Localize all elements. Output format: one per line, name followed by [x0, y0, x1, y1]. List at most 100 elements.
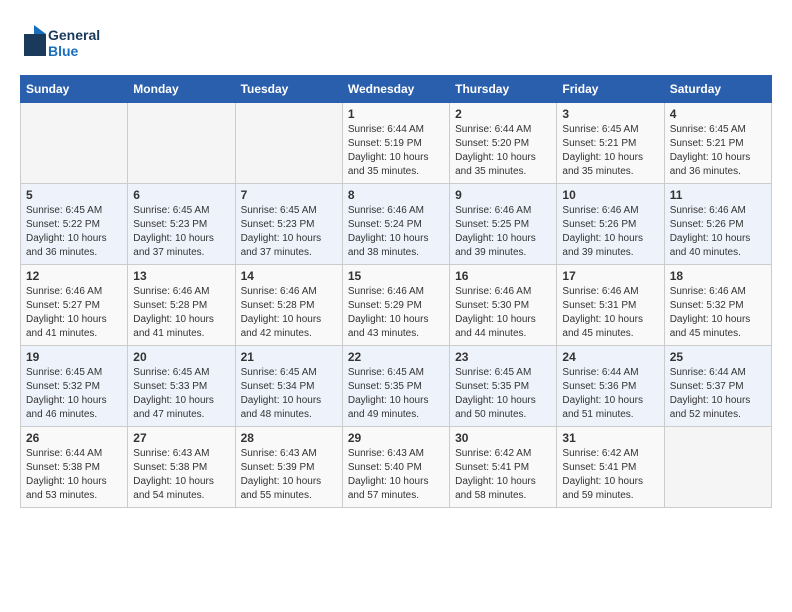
day-number: 12 [26, 269, 122, 283]
day-info: Sunrise: 6:44 AM Sunset: 5:37 PM Dayligh… [670, 366, 766, 422]
header-cell-wednesday: Wednesday [342, 76, 449, 103]
day-number: 25 [670, 350, 766, 364]
day-info: Sunrise: 6:44 AM Sunset: 5:38 PM Dayligh… [26, 447, 122, 503]
day-number: 3 [562, 107, 658, 121]
day-info: Sunrise: 6:44 AM Sunset: 5:36 PM Dayligh… [562, 366, 658, 422]
day-cell: 4 Sunrise: 6:45 AM Sunset: 5:21 PM Daylig… [664, 103, 771, 184]
day-info: Sunrise: 6:43 AM Sunset: 5:38 PM Dayligh… [133, 447, 229, 503]
day-number: 13 [133, 269, 229, 283]
day-cell: 13 Sunrise: 6:46 AM Sunset: 5:28 PM Dayli… [128, 265, 235, 346]
week-row-4: 19 Sunrise: 6:45 AM Sunset: 5:32 PM Dayli… [21, 346, 772, 427]
day-cell: 19 Sunrise: 6:45 AM Sunset: 5:32 PM Dayli… [21, 346, 128, 427]
header-row: SundayMondayTuesdayWednesdayThursdayFrid… [21, 76, 772, 103]
week-row-3: 12 Sunrise: 6:46 AM Sunset: 5:27 PM Dayli… [21, 265, 772, 346]
day-number: 28 [241, 431, 337, 445]
day-info: Sunrise: 6:46 AM Sunset: 5:24 PM Dayligh… [348, 204, 444, 260]
day-info: Sunrise: 6:42 AM Sunset: 5:41 PM Dayligh… [455, 447, 551, 503]
day-cell [664, 427, 771, 508]
week-row-1: 1 Sunrise: 6:44 AM Sunset: 5:19 PM Daylig… [21, 103, 772, 184]
day-info: Sunrise: 6:45 AM Sunset: 5:35 PM Dayligh… [348, 366, 444, 422]
day-info: Sunrise: 6:45 AM Sunset: 5:35 PM Dayligh… [455, 366, 551, 422]
day-info: Sunrise: 6:45 AM Sunset: 5:34 PM Dayligh… [241, 366, 337, 422]
day-cell: 24 Sunrise: 6:44 AM Sunset: 5:36 PM Dayli… [557, 346, 664, 427]
day-cell: 27Sunrise: 6:43 AM Sunset: 5:38 PM Dayli… [128, 427, 235, 508]
day-info: Sunrise: 6:44 AM Sunset: 5:19 PM Dayligh… [348, 123, 444, 179]
day-number: 31 [562, 431, 658, 445]
week-row-5: 26 Sunrise: 6:44 AM Sunset: 5:38 PM Dayli… [21, 427, 772, 508]
day-info: Sunrise: 6:46 AM Sunset: 5:29 PM Dayligh… [348, 285, 444, 341]
day-number: 30 [455, 431, 551, 445]
day-number: 6 [133, 188, 229, 202]
day-cell: 2 Sunrise: 6:44 AM Sunset: 5:20 PM Daylig… [450, 103, 557, 184]
day-number: 8 [348, 188, 444, 202]
day-cell: 10Sunrise: 6:46 AM Sunset: 5:26 PM Dayli… [557, 184, 664, 265]
day-number: 4 [670, 107, 766, 121]
day-cell: 28 Sunrise: 6:43 AM Sunset: 5:39 PM Dayli… [235, 427, 342, 508]
header-cell-sunday: Sunday [21, 76, 128, 103]
day-cell: 3 Sunrise: 6:45 AM Sunset: 5:21 PM Daylig… [557, 103, 664, 184]
day-cell: 11 Sunrise: 6:46 AM Sunset: 5:26 PM Dayli… [664, 184, 771, 265]
day-cell: 26 Sunrise: 6:44 AM Sunset: 5:38 PM Dayli… [21, 427, 128, 508]
svg-text:General: General [48, 27, 100, 43]
day-number: 16 [455, 269, 551, 283]
day-number: 24 [562, 350, 658, 364]
day-cell: 17 Sunrise: 6:46 AM Sunset: 5:31 PM Dayli… [557, 265, 664, 346]
day-info: Sunrise: 6:42 AM Sunset: 5:41 PM Dayligh… [562, 447, 658, 503]
day-cell: 6 Sunrise: 6:45 AM Sunset: 5:23 PM Daylig… [128, 184, 235, 265]
day-number: 1 [348, 107, 444, 121]
day-info: Sunrise: 6:46 AM Sunset: 5:31 PM Dayligh… [562, 285, 658, 341]
day-number: 17 [562, 269, 658, 283]
day-info: Sunrise: 6:46 AM Sunset: 5:28 PM Dayligh… [133, 285, 229, 341]
day-info: Sunrise: 6:45 AM Sunset: 5:23 PM Dayligh… [133, 204, 229, 260]
day-info: Sunrise: 6:45 AM Sunset: 5:21 PM Dayligh… [562, 123, 658, 179]
day-cell: 25 Sunrise: 6:44 AM Sunset: 5:37 PM Dayli… [664, 346, 771, 427]
day-info: Sunrise: 6:43 AM Sunset: 5:40 PM Dayligh… [348, 447, 444, 503]
day-number: 2 [455, 107, 551, 121]
day-number: 14 [241, 269, 337, 283]
day-info: Sunrise: 6:44 AM Sunset: 5:20 PM Dayligh… [455, 123, 551, 179]
header-cell-saturday: Saturday [664, 76, 771, 103]
day-cell: 31 Sunrise: 6:42 AM Sunset: 5:41 PM Dayli… [557, 427, 664, 508]
day-number: 10 [562, 188, 658, 202]
day-cell [21, 103, 128, 184]
day-number: 20 [133, 350, 229, 364]
day-info: Sunrise: 6:46 AM Sunset: 5:26 PM Dayligh… [670, 204, 766, 260]
day-cell: 20 Sunrise: 6:45 AM Sunset: 5:33 PM Dayli… [128, 346, 235, 427]
day-info: Sunrise: 6:46 AM Sunset: 5:32 PM Dayligh… [670, 285, 766, 341]
day-cell: 23 Sunrise: 6:45 AM Sunset: 5:35 PM Dayli… [450, 346, 557, 427]
day-number: 26 [26, 431, 122, 445]
day-number: 11 [670, 188, 766, 202]
day-cell [235, 103, 342, 184]
day-number: 9 [455, 188, 551, 202]
day-number: 21 [241, 350, 337, 364]
day-info: Sunrise: 6:45 AM Sunset: 5:23 PM Dayligh… [241, 204, 337, 260]
logo-svg: GeneralBlue [20, 20, 100, 65]
header-cell-friday: Friday [557, 76, 664, 103]
day-info: Sunrise: 6:43 AM Sunset: 5:39 PM Dayligh… [241, 447, 337, 503]
header-cell-monday: Monday [128, 76, 235, 103]
day-cell: 29Sunrise: 6:43 AM Sunset: 5:40 PM Dayli… [342, 427, 449, 508]
day-cell: 18Sunrise: 6:46 AM Sunset: 5:32 PM Dayli… [664, 265, 771, 346]
day-number: 19 [26, 350, 122, 364]
day-info: Sunrise: 6:46 AM Sunset: 5:30 PM Dayligh… [455, 285, 551, 341]
day-info: Sunrise: 6:45 AM Sunset: 5:21 PM Dayligh… [670, 123, 766, 179]
day-number: 22 [348, 350, 444, 364]
day-info: Sunrise: 6:46 AM Sunset: 5:28 PM Dayligh… [241, 285, 337, 341]
calendar-body: 1 Sunrise: 6:44 AM Sunset: 5:19 PM Daylig… [21, 103, 772, 508]
logo: GeneralBlue [20, 20, 100, 65]
day-cell: 9 Sunrise: 6:46 AM Sunset: 5:25 PM Daylig… [450, 184, 557, 265]
day-info: Sunrise: 6:46 AM Sunset: 5:27 PM Dayligh… [26, 285, 122, 341]
day-info: Sunrise: 6:46 AM Sunset: 5:25 PM Dayligh… [455, 204, 551, 260]
day-cell: 5Sunrise: 6:45 AM Sunset: 5:22 PM Daylig… [21, 184, 128, 265]
page-header: GeneralBlue [20, 20, 772, 65]
day-number: 15 [348, 269, 444, 283]
day-cell [128, 103, 235, 184]
week-row-2: 5Sunrise: 6:45 AM Sunset: 5:22 PM Daylig… [21, 184, 772, 265]
day-number: 23 [455, 350, 551, 364]
day-number: 7 [241, 188, 337, 202]
calendar-table: SundayMondayTuesdayWednesdayThursdayFrid… [20, 75, 772, 508]
svg-text:Blue: Blue [48, 43, 79, 59]
calendar-header: SundayMondayTuesdayWednesdayThursdayFrid… [21, 76, 772, 103]
day-info: Sunrise: 6:45 AM Sunset: 5:32 PM Dayligh… [26, 366, 122, 422]
day-info: Sunrise: 6:45 AM Sunset: 5:33 PM Dayligh… [133, 366, 229, 422]
